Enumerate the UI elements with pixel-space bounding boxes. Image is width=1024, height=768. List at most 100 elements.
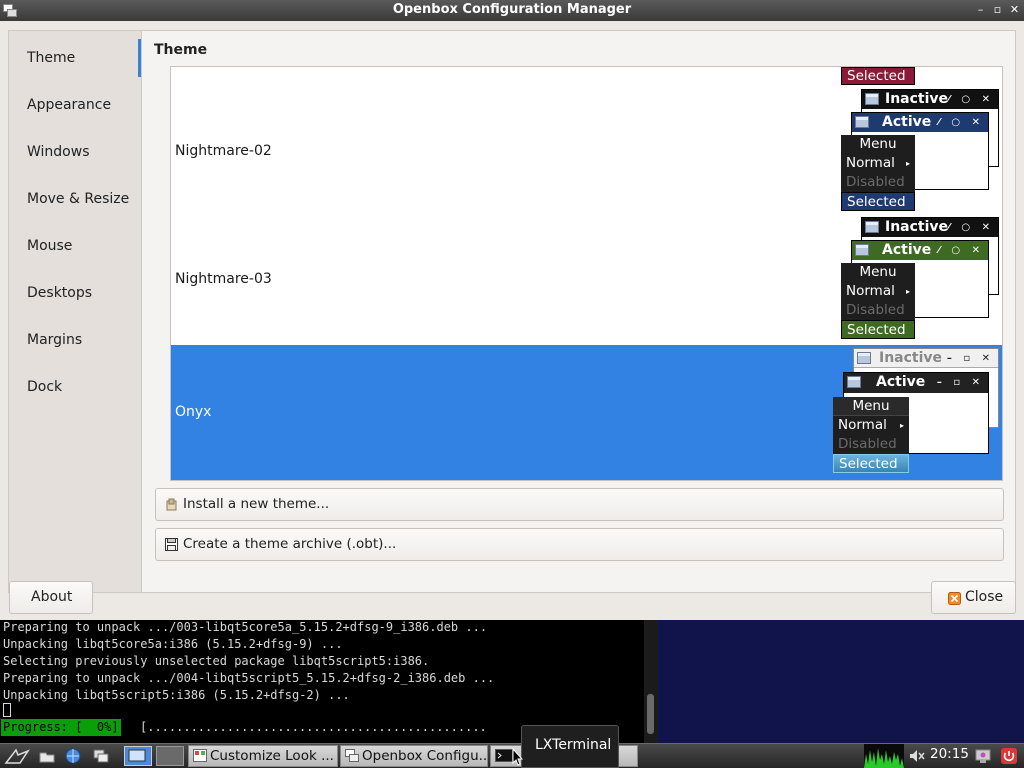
sidebar-item-margins[interactable]: Margins	[27, 332, 82, 348]
preview-menu-normal: Normal ▸	[841, 154, 915, 173]
sidebar: Theme Appearance Windows Move & Resize M…	[8, 30, 142, 593]
install-package-icon	[166, 498, 177, 511]
window-icon	[857, 352, 871, 364]
submenu-arrow-icon: ▸	[899, 421, 904, 430]
progress-bar-text: [.......................................…	[140, 720, 487, 734]
terminal-line: Unpacking libqt5script5:i386 (5.15.2+dfs…	[3, 688, 350, 702]
install-theme-button[interactable]: Install a new theme...	[155, 488, 1004, 521]
desktop-pager-2[interactable]	[156, 746, 184, 766]
terminal-line: Preparing to unpack .../003-libqt5core5a…	[3, 620, 488, 634]
close-button[interactable]: Close	[931, 581, 1016, 614]
submenu-arrow-icon: ▸	[905, 159, 910, 168]
window-icon	[847, 376, 861, 388]
sidebar-item-theme[interactable]: Theme	[27, 50, 75, 66]
preview-menu-title: Menu	[833, 397, 909, 416]
customize-look-icon	[193, 749, 207, 762]
preview-normal-label: Normal	[846, 155, 895, 171]
theme-preview: Inactive – ▫ ✕ Active – ▫ ✕ Menu Normal …	[833, 345, 1001, 480]
sidebar-item-appearance[interactable]: Appearance	[27, 97, 111, 113]
terminal-cursor	[3, 703, 11, 717]
power-icon[interactable]	[1000, 747, 1018, 765]
lxde-menu-icon[interactable]	[4, 747, 30, 765]
desktop-pager-icon[interactable]	[124, 746, 152, 766]
preview-active-label: Active	[876, 374, 926, 390]
maximize-icon[interactable]: ▫	[992, 3, 1003, 17]
openbox-config-icon	[345, 749, 359, 762]
progress-label: Progress: [ 0%]	[1, 719, 121, 736]
sidebar-item-windows[interactable]: Windows	[27, 144, 90, 160]
preview-menu-disabled: Disabled	[838, 436, 897, 452]
scrollbar-thumb[interactable]	[647, 694, 654, 734]
preview-menu-selected: Selected	[841, 192, 915, 211]
preview-menu: Menu Normal ▸ Disabled Selected	[833, 397, 909, 473]
about-button[interactable]: About	[9, 581, 93, 614]
theme-row-nightmare-03[interactable]: Nightmare-03 Inactive ⁄ ○ ✕ Active ⁄ ○ ✕…	[171, 217, 1002, 345]
terminal-scrollbar[interactable]	[644, 620, 658, 743]
theme-name: Nightmare-03	[175, 271, 272, 287]
install-theme-label: Install a new theme...	[183, 496, 330, 512]
preview-buttons-icon: ⁄ ○ ✕	[938, 245, 984, 256]
sidebar-item-move-resize[interactable]: Move & Resize	[27, 191, 129, 207]
volume-icon[interactable]	[908, 747, 926, 765]
theme-panel: Theme Selected Nightmare-02 Inactive ⁄ ○…	[141, 30, 1016, 593]
lock-screen-icon[interactable]	[974, 747, 992, 765]
clock[interactable]: 20:15	[930, 746, 969, 762]
mouse-cursor-icon	[512, 748, 523, 766]
save-archive-icon	[165, 538, 178, 551]
window-icon	[855, 244, 869, 256]
theme-row-onyx[interactable]: Onyx Inactive – ▫ ✕ Active – ▫ ✕ Menu No…	[171, 345, 1002, 480]
preview-normal-label: Normal	[838, 417, 887, 433]
preview-buttons-icon: – ▫ ✕	[936, 377, 984, 388]
preview-menu-title: Menu	[859, 264, 897, 280]
theme-preview: Inactive ⁄ ○ ✕ Active ⁄ ○ ✕ Menu Normal …	[841, 217, 1001, 345]
close-icon[interactable]: ✕	[1009, 3, 1020, 17]
theme-name: Nightmare-02	[175, 143, 272, 159]
preview-buttons-icon: – ▫ ✕	[946, 353, 994, 364]
about-label: About	[31, 589, 73, 605]
preview-inactive-label: Inactive	[885, 91, 949, 107]
preview-active-label: Active	[882, 114, 932, 130]
preview-inactive-label: Inactive	[879, 350, 943, 366]
web-browser-icon[interactable]	[64, 747, 82, 765]
preview-menu: Menu Normal ▸ Disabled Selected	[841, 263, 915, 339]
terminal-line: Selecting previously unselected package …	[3, 654, 430, 668]
preview-menu-normal: Normal ▸	[833, 416, 909, 435]
theme-preview: Inactive ⁄ ○ ✕ Active ⁄ ○ ✕ Menu Normal …	[841, 89, 1001, 217]
theme-name: Onyx	[175, 404, 212, 420]
task-customize-look[interactable]: Customize Look ...	[188, 745, 338, 767]
preview-menu-disabled: Disabled	[846, 302, 905, 318]
preview-menu-title: Menu	[859, 136, 897, 152]
theme-row-nightmare-02[interactable]: Nightmare-02 Inactive ⁄ ○ ✕ Active ⁄ ○ ✕…	[171, 89, 1002, 217]
task-label: Customize Look ...	[210, 748, 334, 764]
task-label: Openbox Configu...	[362, 748, 488, 764]
theme-list[interactable]: Selected Nightmare-02 Inactive ⁄ ○ ✕ Act…	[170, 66, 1003, 481]
preview-inactive-label: Inactive	[885, 219, 949, 235]
preview-buttons-icon: ⁄ ○ ✕	[948, 222, 994, 233]
create-archive-button[interactable]: Create a theme archive (.obt)...	[155, 528, 1004, 561]
minimize-icon[interactable]: –	[975, 3, 986, 17]
preview-menu-disabled: Disabled	[846, 174, 905, 190]
config-dialog: Theme Appearance Windows Move & Resize M…	[0, 21, 1024, 620]
preview-active-label: Active	[882, 242, 932, 258]
sidebar-item-dock[interactable]: Dock	[27, 379, 62, 395]
preview-menu-selected: Selected	[833, 454, 909, 473]
file-manager-icon[interactable]	[38, 747, 56, 765]
create-archive-label: Create a theme archive (.obt)...	[183, 536, 397, 552]
preview-menu: Menu Normal ▸ Disabled Selected	[841, 135, 915, 211]
close-label: Close	[965, 589, 1004, 605]
sidebar-item-mouse[interactable]: Mouse	[27, 238, 72, 254]
close-dialog-icon	[948, 592, 961, 605]
terminal-line: Preparing to unpack .../004-libqt5script…	[3, 671, 495, 685]
terminal-line: Unpacking libqt5core5a:i386 (5.15.2+dfsg…	[3, 637, 343, 651]
task-openbox-config[interactable]: Openbox Configu...	[340, 745, 488, 767]
preview-active-titlebar: Active ⁄ ○ ✕	[852, 113, 988, 132]
tooltip: LXTerminal	[521, 725, 619, 768]
cpu-monitor-icon	[864, 744, 904, 768]
preview-active-titlebar: Active – ▫ ✕	[844, 373, 988, 393]
window-switcher-icon[interactable]	[92, 747, 110, 765]
window-title: Openbox Configuration Manager	[392, 2, 632, 17]
title-bar[interactable]: Openbox Configuration Manager – ▫ ✕	[0, 0, 1024, 21]
partial-preview-selected: Selected	[841, 67, 915, 85]
sidebar-item-desktops[interactable]: Desktops	[27, 285, 92, 301]
window-icon	[865, 221, 879, 233]
